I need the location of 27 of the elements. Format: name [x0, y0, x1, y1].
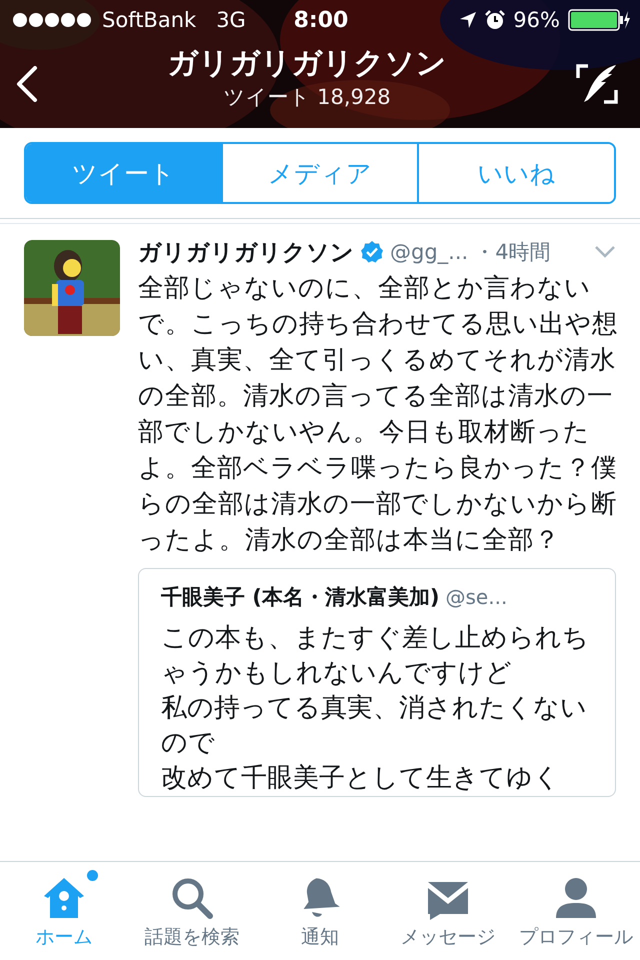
profile-title: ガリガリガリクソン	[168, 45, 446, 83]
quoted-author-handle: @se...	[446, 585, 508, 609]
search-icon	[170, 876, 214, 920]
quoted-tweet-text: この本も、またすぐ差し止められちゃうかもしれないんですけど	[161, 622, 590, 690]
quoted-tweet-text: 改めて千眼美子として生きてゆく	[161, 762, 561, 795]
author-name: ガリガリガリクソン	[138, 238, 354, 268]
tweet-time: ・4時間	[474, 239, 551, 266]
location-icon	[459, 11, 478, 29]
tweet-text: 全部じゃないのに、全部とか言わないで。こっちの持ち合わせてる思い出や想い、真実、全て引っくるめてそれが清水の全部。清水の言ってる全部は清水の一部でしかないやん。今日も取材断ったよ。全部ベラベラ喋ったら良かった？僕らの全部は清水の一部でしかないから断ったよ。清水の全部は本当に全部？	[138, 272, 619, 557]
clock: 8:00	[294, 8, 348, 32]
signal-icon	[12, 12, 94, 28]
tab[interactable]: ツイート	[26, 144, 221, 202]
tab[interactable]: いいね	[417, 144, 614, 202]
author-handle: @gg_...	[390, 240, 468, 264]
network-type: 3G	[216, 8, 246, 32]
tweet-count: ツイート 18,928	[223, 84, 391, 111]
person-icon	[554, 876, 598, 920]
quoted-author-name: 千眼美子 (本名・清水富美加)	[161, 584, 440, 611]
envelope-icon	[426, 880, 470, 920]
battery-percent: 96%	[513, 8, 560, 32]
battery-icon	[568, 9, 630, 31]
back-icon[interactable]	[16, 66, 38, 102]
compose-icon[interactable]	[576, 64, 618, 104]
alarm-icon	[485, 10, 506, 30]
quoted-tweet-text: 私の持ってる真実、消されたくないので	[161, 692, 588, 760]
quoted-tweet[interactable]: 千眼美子 (本名・清水富美加) @se... この本も、またすぐ差し止められちゃうかもしれないんですけど 私の持ってる真実、消されたくないので 改めて千眼美子として生きてゆく	[138, 568, 616, 797]
carrier: SoftBank	[102, 8, 196, 32]
